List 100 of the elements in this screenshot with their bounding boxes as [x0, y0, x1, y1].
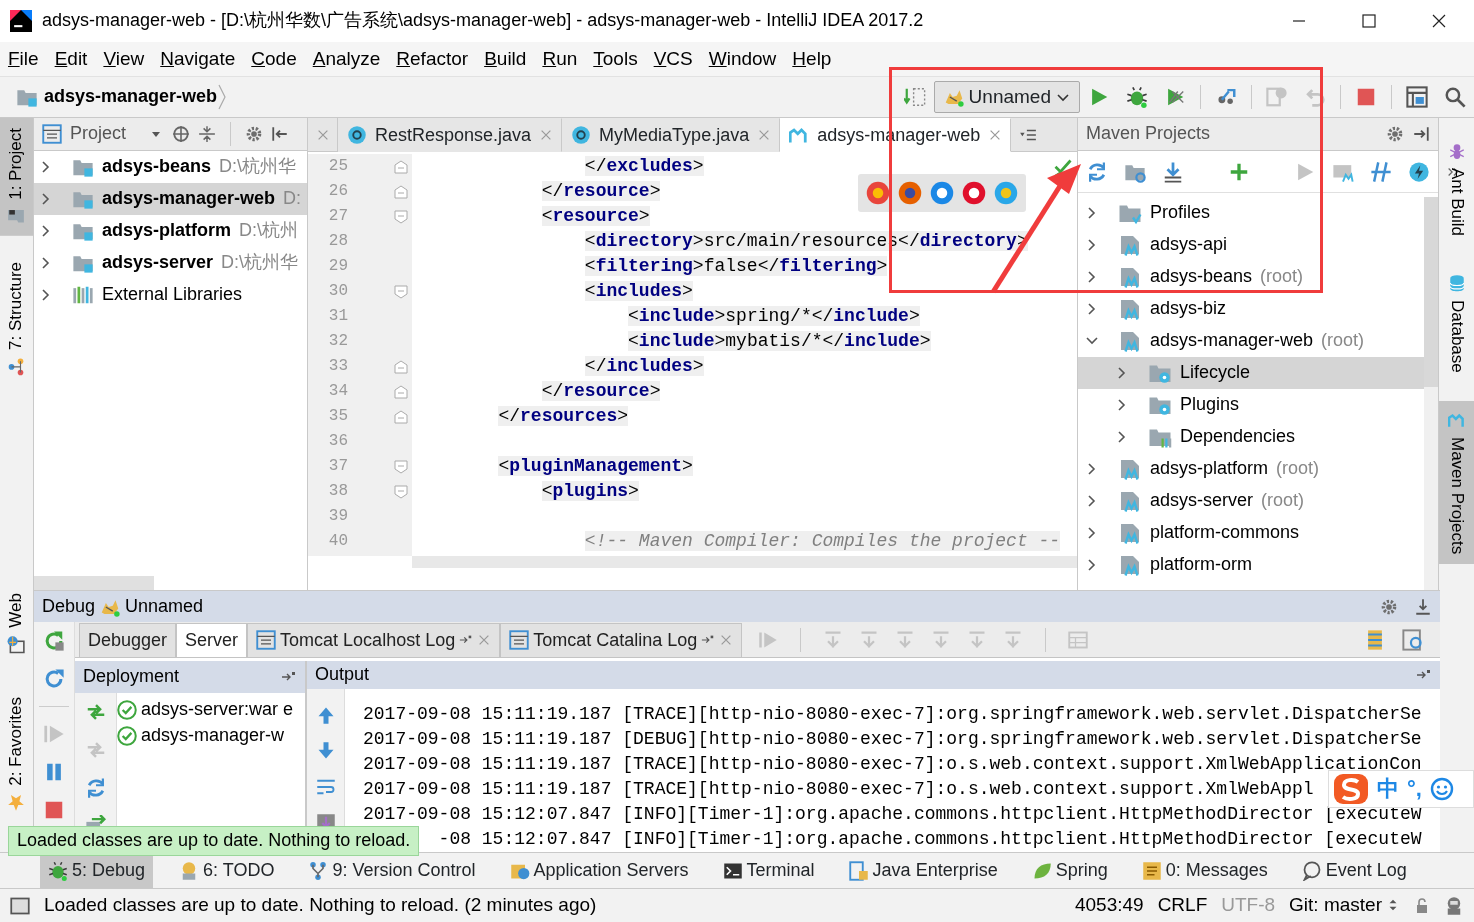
- fold-marker-icon[interactable]: [394, 184, 408, 199]
- tree-row[interactable]: platform-commons: [1078, 517, 1424, 549]
- fold-marker-icon[interactable]: [394, 209, 408, 224]
- deployment-item[interactable]: adsys-server:war e: [141, 698, 294, 721]
- tree-row[interactable]: adsys-beans (root): [1078, 261, 1424, 293]
- caret-position[interactable]: 4053:49: [1074, 894, 1144, 917]
- rerun-icon[interactable]: [43, 630, 65, 653]
- tree-row[interactable]: adsys-platform D:\杭州: [34, 215, 307, 247]
- structure-icon[interactable]: [1406, 86, 1428, 108]
- tree-row[interactable]: adsys-server D:\杭州华: [34, 247, 307, 279]
- tab[interactable]: Tomcat Catalina Log: [500, 622, 743, 657]
- smiley-icon[interactable]: [1429, 777, 1454, 801]
- tool-window-button[interactable]: Event Log: [1293, 853, 1415, 888]
- tree-row[interactable]: adsys-api: [1078, 229, 1424, 261]
- line-separator[interactable]: CRLF: [1157, 894, 1208, 917]
- tool-window-stripe-button[interactable]: Ant Build: [1439, 132, 1474, 247]
- menu-item[interactable]: Tools: [585, 47, 646, 71]
- tool-window-button[interactable]: Spring: [1023, 853, 1116, 888]
- fold-marker-icon[interactable]: [394, 284, 408, 299]
- locate-icon[interactable]: [172, 125, 191, 143]
- hide-icon[interactable]: [271, 125, 290, 143]
- tool-window-stripe-button[interactable]: 2: Favorites: [0, 687, 33, 822]
- settings-icon[interactable]: [1386, 125, 1404, 143]
- tree-row[interactable]: External Libraries: [34, 279, 307, 311]
- tool-window-button[interactable]: Terminal: [714, 853, 823, 888]
- tree-row[interactable]: Plugins: [1078, 389, 1424, 421]
- search-icon[interactable]: [1444, 86, 1466, 108]
- reimport-icon[interactable]: [1086, 160, 1108, 183]
- download-icon[interactable]: [1162, 160, 1184, 183]
- lock-icon[interactable]: [1414, 897, 1430, 914]
- menu-item[interactable]: Help: [784, 47, 840, 71]
- punctuation-mode[interactable]: °,: [1407, 775, 1422, 803]
- fold-marker-icon[interactable]: [394, 359, 408, 374]
- scrollbar-thumb[interactable]: [1424, 197, 1438, 387]
- menu-item[interactable]: Run: [534, 47, 586, 71]
- tab[interactable]: Tomcat Localhost Log: [247, 622, 501, 657]
- stop-icon[interactable]: [1355, 86, 1377, 108]
- menu-item[interactable]: Edit: [46, 47, 96, 71]
- browser-icon[interactable]: [866, 181, 890, 205]
- menu-item[interactable]: Window: [700, 47, 785, 71]
- editor-tab[interactable]: RestResponse.java: [338, 118, 563, 152]
- browser-icon[interactable]: [962, 181, 986, 205]
- menu-item[interactable]: Refactor: [388, 47, 477, 71]
- binary-icon[interactable]: [903, 86, 926, 108]
- toggle-panels-icon[interactable]: [10, 895, 30, 916]
- tree-row[interactable]: Dependencies: [1078, 421, 1424, 453]
- tool-window-stripe-button[interactable]: Maven Projects: [1439, 400, 1474, 564]
- s-logo-icon[interactable]: [1333, 773, 1369, 805]
- fold-marker-icon[interactable]: [394, 384, 408, 399]
- hide-icon[interactable]: [1412, 125, 1430, 143]
- panel-title[interactable]: Project: [70, 123, 127, 145]
- breadcrumb-item[interactable]: adsys-manager-web: [44, 86, 218, 108]
- tree-row[interactable]: adsys-manager-web (root): [1078, 325, 1424, 357]
- menu-item[interactable]: VCS: [645, 47, 701, 71]
- tool-window-stripe-button[interactable]: Web: [0, 582, 33, 664]
- soft-wrap-icon[interactable]: [315, 777, 336, 797]
- tree-row[interactable]: adsys-biz: [1078, 293, 1424, 325]
- tree-row[interactable]: Profiles: [1078, 197, 1424, 229]
- tool-window-button[interactable]: 6: TODO: [171, 853, 283, 888]
- tool-window-button[interactable]: 9: Version Control: [300, 853, 484, 888]
- tool-window-stripe-button[interactable]: 7: Structure: [0, 251, 33, 386]
- tree-row[interactable]: Lifecycle: [1078, 357, 1424, 389]
- tool-window-stripe-button[interactable]: Database: [1439, 264, 1474, 383]
- tree-row[interactable]: adsys-platform (root): [1078, 453, 1424, 485]
- tab[interactable]: Server: [176, 622, 248, 657]
- menu-item[interactable]: Navigate: [152, 47, 244, 71]
- vcs-branch[interactable]: Git: master: [1289, 894, 1382, 917]
- fold-marker-icon[interactable]: [394, 409, 408, 424]
- tool-window-stripe-button[interactable]: 1: Project: [0, 118, 33, 236]
- menu-item[interactable]: Build: [476, 47, 535, 71]
- menu-item[interactable]: Code: [243, 47, 305, 71]
- run-config-dropdown[interactable]: Unnamed: [933, 81, 1080, 113]
- fold-marker-icon[interactable]: [394, 484, 408, 499]
- tool-window-button[interactable]: 0: Messages: [1133, 853, 1276, 888]
- input-mode[interactable]: 中: [1377, 775, 1399, 803]
- browser-icon[interactable]: [898, 181, 922, 205]
- collapse-icon[interactable]: [198, 125, 217, 143]
- hide-icon[interactable]: [1414, 597, 1432, 616]
- menu-item[interactable]: Analyze: [304, 47, 389, 71]
- fold-marker-icon[interactable]: [394, 159, 408, 174]
- tree-row[interactable]: adsys-beans D:\杭州华: [34, 151, 307, 183]
- browser-icon[interactable]: [930, 181, 954, 205]
- undo-icon[interactable]: [1304, 86, 1326, 108]
- settings-icon[interactable]: [245, 125, 264, 143]
- dump-icon[interactable]: [1402, 628, 1424, 651]
- tool-window-button[interactable]: Java Enterprise: [840, 853, 1006, 888]
- bolt-icon[interactable]: [1408, 160, 1430, 183]
- tool-window-button[interactable]: Application Servers: [501, 853, 697, 888]
- settings-icon[interactable]: [1380, 597, 1398, 616]
- tab[interactable]: Debugger: [79, 622, 177, 657]
- debug-icon[interactable]: [1126, 86, 1148, 108]
- tree-row[interactable]: platform-orm: [1078, 549, 1424, 581]
- deployment-item[interactable]: adsys-manager-w: [141, 724, 285, 747]
- menu-item[interactable]: View: [95, 47, 153, 71]
- editor-tab[interactable]: MyMediaType.java: [562, 118, 781, 152]
- tree-row[interactable]: adsys-server (root): [1078, 485, 1424, 517]
- fold-marker-icon[interactable]: [394, 459, 408, 474]
- toggle-offline-icon[interactable]: [1370, 160, 1392, 183]
- menu-item[interactable]: File: [0, 47, 47, 71]
- tree-row[interactable]: adsys-manager-web D:: [34, 183, 307, 215]
